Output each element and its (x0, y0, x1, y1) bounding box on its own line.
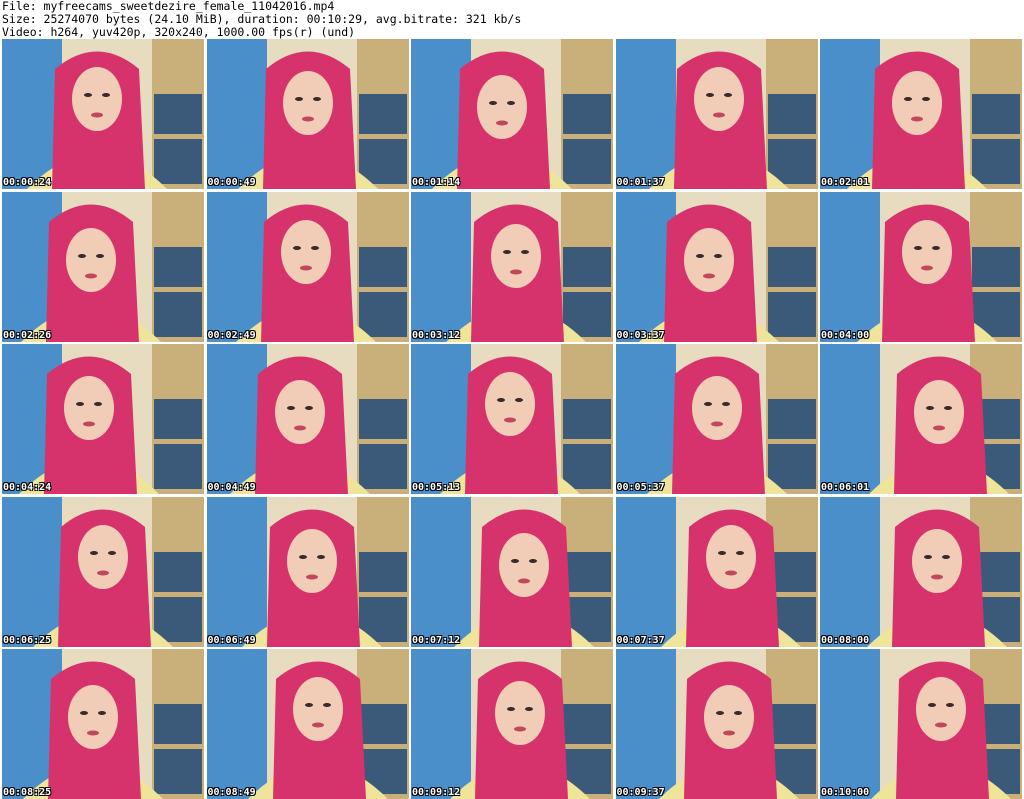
thumbnail-scene (615, 39, 818, 189)
thumbnail-scene (820, 39, 1022, 189)
timestamp-label: 00:09:12 (412, 787, 461, 798)
timestamp-label: 00:01:37 (616, 177, 665, 188)
video-thumbnail: 00:04:00 (820, 191, 1022, 342)
timestamp-label: 00:07:37 (616, 634, 665, 646)
timestamp-label: 00:04:49 (207, 482, 256, 493)
video-thumbnail: 00:00:24 (2, 39, 204, 189)
video-thumbnail: 00:03:37 (615, 191, 818, 342)
timestamp-label: 00:06:49 (207, 634, 256, 646)
thumbnail-scene (820, 191, 1022, 342)
video-thumbnail: 00:01:37 (615, 39, 818, 189)
thumbnail-scene (820, 649, 1022, 799)
timestamp-label: 00:03:37 (616, 329, 665, 341)
timestamp-label: 00:08:25 (3, 787, 52, 798)
timestamp-label: 00:05:37 (616, 482, 665, 493)
thumbnail-scene (615, 344, 818, 494)
thumbnail-grid: 00:00:24 00:00:49 00:01:14 00:01:37 00:02:01… (2, 39, 1022, 799)
video-thumbnail: 00:04:24 (2, 344, 204, 494)
video-thumbnail: 00:08:25 (2, 649, 204, 799)
timestamp-label: 00:08:49 (207, 787, 256, 798)
timestamp-label: 00:04:24 (3, 482, 52, 493)
thumbnail-scene (411, 496, 613, 647)
video-thumbnail: 00:09:37 (615, 649, 818, 799)
thumbnail-scene (411, 191, 613, 342)
thumbnail-scene (206, 649, 409, 799)
video-thumbnail: 00:02:01 (820, 39, 1022, 189)
thumbnail-scene (820, 496, 1022, 647)
video-thumbnail: 00:08:00 (820, 496, 1022, 647)
video-thumbnail: 00:07:12 (411, 496, 613, 647)
thumbnail-scene (411, 649, 613, 799)
thumbnail-scene (2, 344, 204, 494)
timestamp-label: 00:03:12 (412, 329, 461, 341)
video-thumbnail: 00:01:14 (411, 39, 613, 189)
video-thumbnail: 00:05:37 (615, 344, 818, 494)
thumbnail-scene (820, 344, 1022, 494)
video-thumbnail: 00:02:49 (206, 191, 409, 342)
timestamp-label: 00:07:12 (412, 634, 461, 646)
thumbnail-scene (2, 649, 204, 799)
timestamp-label: 00:05:13 (412, 482, 461, 493)
thumbnail-scene (411, 39, 613, 189)
video-thumbnail: 00:10:00 (820, 649, 1022, 799)
timestamp-label: 00:10:00 (821, 787, 870, 798)
timestamp-label: 00:02:49 (207, 329, 256, 341)
video-thumbnail: 00:04:49 (206, 344, 409, 494)
video-thumbnail: 00:03:12 (411, 191, 613, 342)
timestamp-label: 00:06:01 (821, 482, 870, 493)
video-thumbnail: 00:06:25 (2, 496, 204, 647)
video-thumbnail: 00:07:37 (615, 496, 818, 647)
timestamp-label: 00:02:01 (821, 177, 870, 188)
thumbnail-scene (206, 191, 409, 342)
video-info-line: Video: h264, yuv420p, 320x240, 1000.00 f… (2, 25, 356, 39)
timestamp-label: 00:02:26 (3, 329, 52, 341)
thumbnail-scene (615, 649, 818, 799)
video-thumbnail: 00:00:49 (206, 39, 409, 189)
thumbnail-scene (615, 496, 818, 647)
video-thumbnail: 00:09:12 (411, 649, 613, 799)
timestamp-label: 00:00:49 (207, 177, 256, 188)
video-thumbnail: 00:08:49 (206, 649, 409, 799)
timestamp-label: 00:09:37 (616, 787, 665, 798)
timestamp-label: 00:06:25 (3, 634, 52, 646)
timestamp-label: 00:01:14 (412, 177, 461, 188)
timestamp-label: 00:00:24 (3, 177, 52, 188)
thumbnail-scene (206, 39, 409, 189)
timestamp-label: 00:04:00 (821, 329, 870, 341)
file-info-header: File: myfreecams_sweetdezire_female_1104… (2, 0, 521, 39)
video-thumbnail: 00:06:01 (820, 344, 1022, 494)
thumbnail-scene (411, 344, 613, 494)
thumbnail-scene (615, 191, 818, 342)
thumbnail-scene (206, 344, 409, 494)
thumbnail-scene (2, 496, 204, 647)
thumbnail-scene (2, 191, 204, 342)
video-thumbnail: 00:05:13 (411, 344, 613, 494)
video-thumbnail: 00:02:26 (2, 191, 204, 342)
timestamp-label: 00:08:00 (821, 634, 870, 646)
thumbnail-scene (2, 39, 204, 189)
video-thumbnail: 00:06:49 (206, 496, 409, 647)
thumbnail-scene (206, 496, 409, 647)
